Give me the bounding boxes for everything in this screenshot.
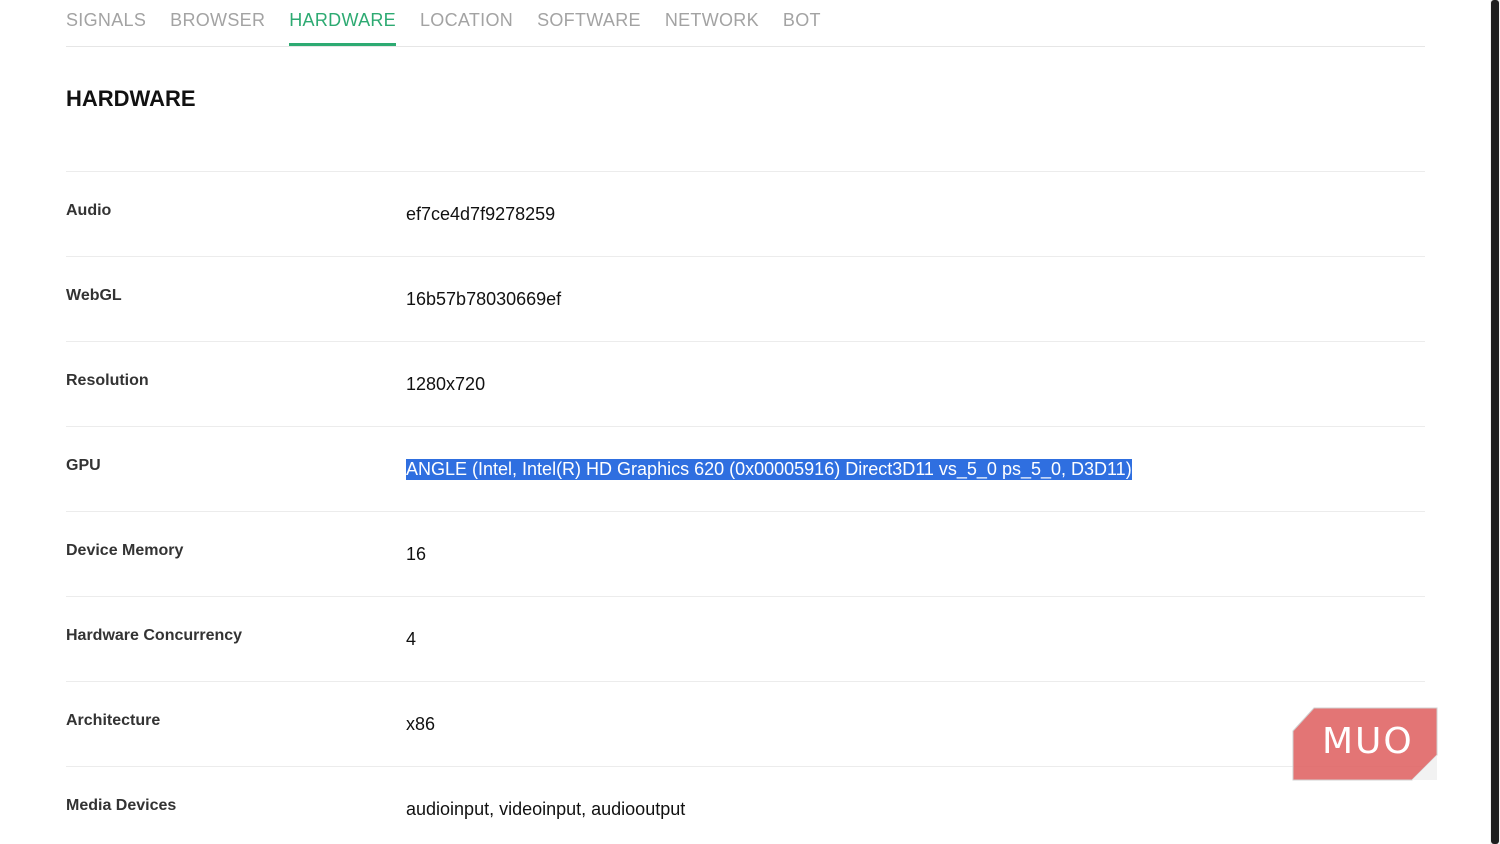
tab-browser[interactable]: BROWSER — [170, 0, 265, 46]
section-title: HARDWARE — [66, 86, 196, 111]
row-label: Media Devices — [66, 797, 177, 814]
table-row-gpu: GPU ANGLE (Intel, Intel(R) HD Graphics 6… — [66, 427, 1425, 512]
row-label: WebGL — [66, 287, 122, 304]
tab-location[interactable]: LOCATION — [420, 0, 513, 46]
row-value: 16 — [406, 544, 427, 564]
row-value: 4 — [406, 629, 417, 649]
row-label: Hardware Concurrency — [66, 627, 243, 644]
row-label: GPU — [66, 457, 101, 474]
hardware-table: Audio ef7ce4d7f9278259 WebGL 16b57b78030… — [66, 171, 1425, 844]
row-value: 16b57b78030669ef — [406, 289, 562, 309]
scrollbar-thumb[interactable] — [1491, 0, 1499, 844]
table-row-webgl: WebGL 16b57b78030669ef — [66, 257, 1425, 342]
row-label: Resolution — [66, 372, 149, 389]
tab-signals[interactable]: SIGNALS — [66, 0, 146, 46]
row-label: Device Memory — [66, 542, 184, 559]
tab-bar: SIGNALS BROWSER HARDWARE LOCATION SOFTWA… — [66, 0, 1425, 47]
row-value-selected[interactable]: ANGLE (Intel, Intel(R) HD Graphics 620 (… — [406, 459, 1132, 480]
tab-bot[interactable]: BOT — [783, 0, 821, 46]
row-value: 1280x720 — [406, 374, 486, 394]
table-row-resolution: Resolution 1280x720 — [66, 342, 1425, 427]
row-value: ef7ce4d7f9278259 — [406, 204, 556, 224]
watermark-text: MUO — [1322, 721, 1414, 762]
row-value: x86 — [406, 714, 436, 734]
muo-watermark-logo: MUO — [1292, 707, 1438, 781]
table-row-audio: Audio ef7ce4d7f9278259 — [66, 172, 1425, 257]
table-row-architecture: Architecture x86 — [66, 682, 1425, 767]
row-label: Audio — [66, 202, 112, 219]
tab-hardware[interactable]: HARDWARE — [289, 0, 396, 46]
tab-software[interactable]: SOFTWARE — [537, 0, 641, 46]
table-row-hardware-concurrency: Hardware Concurrency 4 — [66, 597, 1425, 682]
table-row-media-devices: Media Devices audioinput, videoinput, au… — [66, 767, 1425, 844]
table-row-device-memory: Device Memory 16 — [66, 512, 1425, 597]
row-label: Architecture — [66, 712, 161, 729]
page: SIGNALS BROWSER HARDWARE LOCATION SOFTWA… — [0, 0, 1500, 844]
vertical-scrollbar[interactable] — [1490, 0, 1500, 844]
row-value: audioinput, videoinput, audiooutput — [406, 799, 686, 819]
tab-network[interactable]: NETWORK — [665, 0, 759, 46]
